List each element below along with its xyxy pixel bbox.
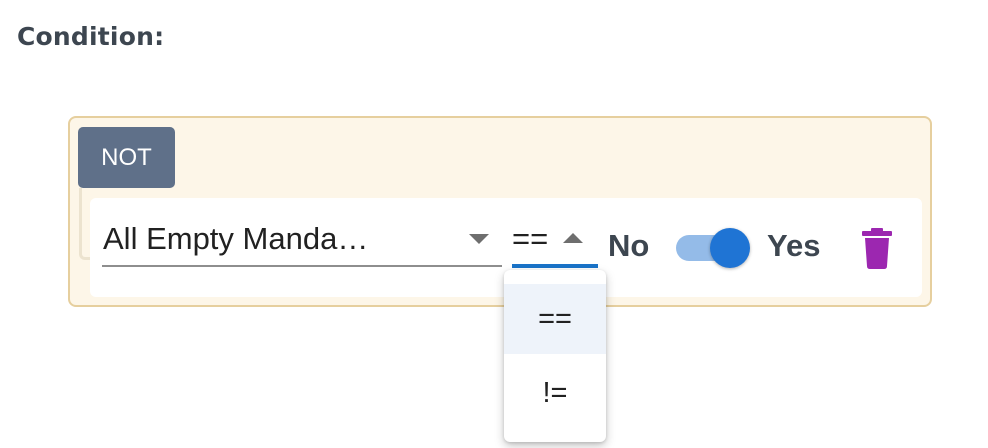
toggle-yes-label: Yes: [767, 228, 821, 263]
toggle-thumb: [710, 228, 750, 268]
caret-up-icon: [563, 233, 583, 243]
not-toggle-button[interactable]: NOT: [78, 127, 175, 188]
trash-icon: [862, 228, 892, 269]
delete-rule-button[interactable]: [858, 226, 896, 270]
condition-editor: Condition: NOT All Empty Manda… == No Ye…: [0, 0, 988, 448]
condition-title: Condition:: [17, 22, 165, 51]
operator-option-equals[interactable]: ==: [504, 284, 606, 354]
caret-down-icon: [469, 234, 489, 244]
value-toggle-switch[interactable]: [674, 228, 752, 268]
field-select[interactable]: All Empty Manda…: [102, 212, 502, 267]
operator-select-value: ==: [512, 221, 549, 256]
operator-dropdown-menu: == !=: [504, 270, 606, 442]
toggle-no-label: No: [608, 228, 650, 263]
operator-option-not-equals[interactable]: !=: [504, 358, 606, 428]
field-select-value: All Empty Manda…: [103, 221, 369, 256]
operator-select[interactable]: ==: [512, 212, 598, 268]
